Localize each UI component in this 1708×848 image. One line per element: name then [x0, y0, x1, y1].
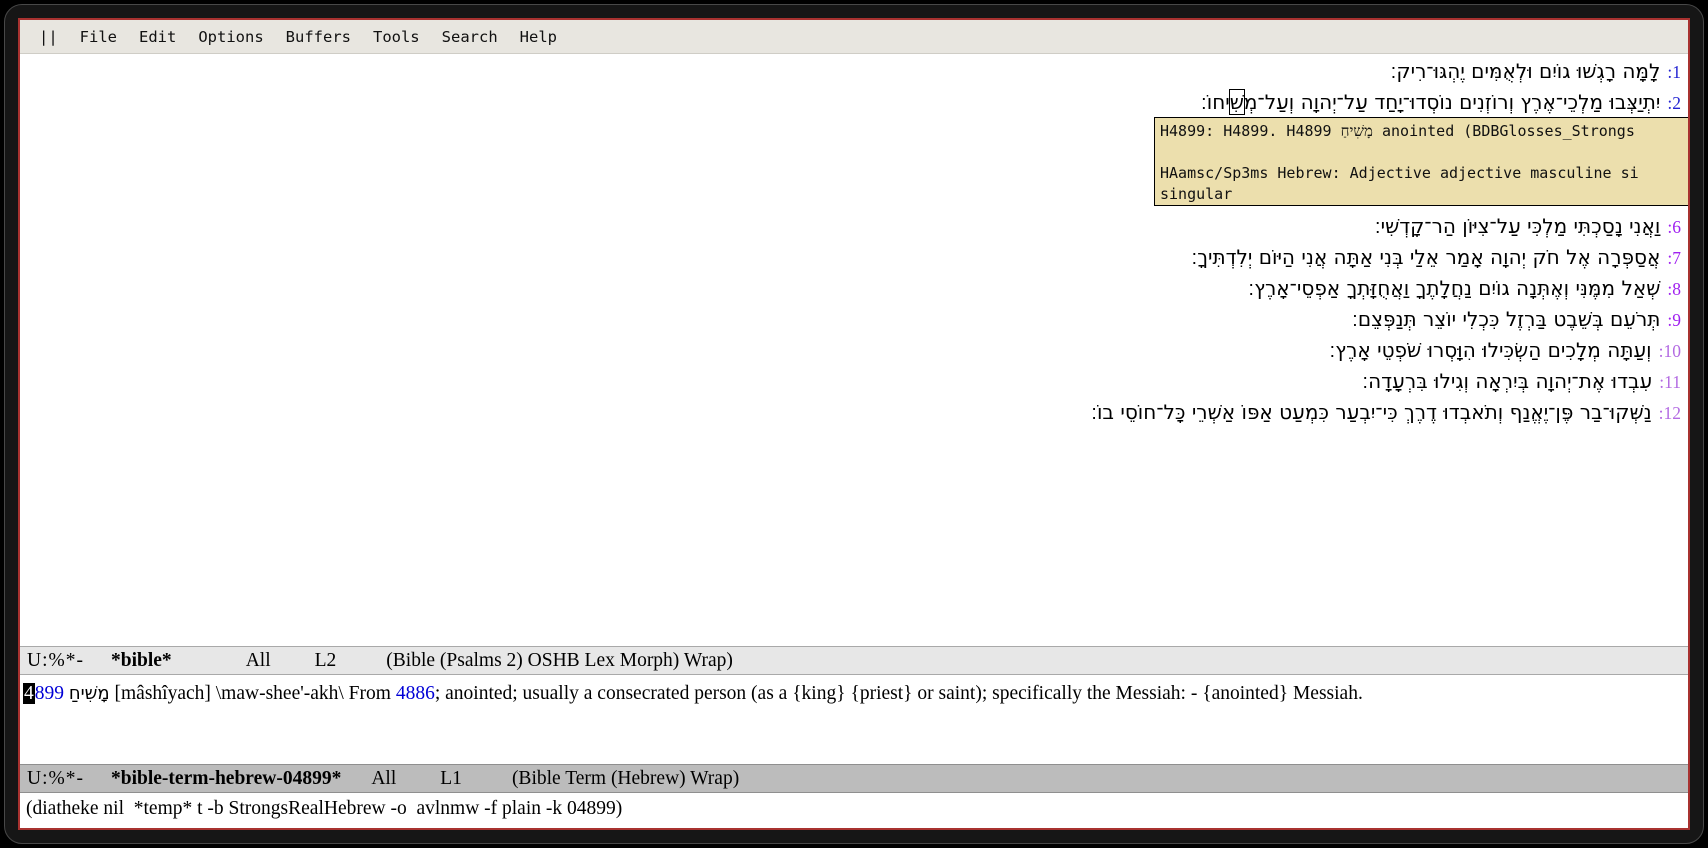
menu-item-edit[interactable]: Edit: [128, 28, 187, 46]
menu-bar: ||FileEditOptionsBuffersToolsSearchHelp: [20, 20, 1688, 54]
verse-number-link[interactable]: :12: [1659, 403, 1681, 424]
verse-number-link[interactable]: :2: [1667, 93, 1681, 114]
verse-number-link[interactable]: :11: [1659, 372, 1681, 393]
hebrew-lemma: מָשִׁיחַ: [69, 683, 110, 704]
verse-hebrew-text: יִתְיַצְּבוּ מַלְכֵי־אֶרֶץ וְרוֹזְנִים נ…: [1201, 90, 1661, 114]
modeline-flags: U:%*-: [27, 768, 84, 790]
tooltip-line: HAamsc/Sp3ms Hebrew: Adjective adjective…: [1160, 163, 1684, 184]
modeline-position: All: [371, 768, 396, 790]
bible-buffer-window[interactable]: H4899: H4899. H4899 מָשִׁיחַ anointed (B…: [20, 54, 1688, 646]
modeline-line-number: L2: [315, 650, 337, 672]
verse-hebrew-text: נַשְּׁקוּ־בַר פֶּן־יֶאֱנַף וְתֹאבְדוּ דֶ…: [1091, 400, 1652, 424]
menu-item-options[interactable]: Options: [187, 28, 274, 46]
modeline-buffer-name[interactable]: *bible-term-hebrew-04899*: [111, 768, 341, 790]
verse-number-link[interactable]: :10: [1659, 341, 1681, 362]
emacs-window-frame: ||FileEditOptionsBuffersToolsSearchHelp …: [4, 4, 1704, 844]
modeline-buffer-name[interactable]: *bible*: [111, 650, 172, 672]
strongs-tooltip: H4899: H4899. H4899 מָשִׁיחַ anointed (B…: [1154, 117, 1688, 206]
strongs-crossref-link[interactable]: 4886: [396, 683, 435, 704]
verse-line-11: עִבְדוּ אֶת־יְהוָה בְּיִרְאָה וְגִילוּ ב…: [1362, 369, 1681, 393]
menu-item-tools[interactable]: Tools: [362, 28, 431, 46]
tooltip-line: singular: [1160, 184, 1684, 205]
strongs-number-link[interactable]: 899: [35, 683, 64, 704]
modeline-modes[interactable]: (Bible (Psalms 2) OSHB Lex Morph) Wrap): [386, 650, 733, 672]
verse-line-1: לָמָּה רָגְשׁוּ גוֹיִם וּלְאֻמִּים יֶהְג…: [1391, 59, 1681, 83]
verse-number-link[interactable]: :7: [1667, 248, 1681, 269]
verse-line-9: תְּרֹעֵם בְּשֵׁבֶט בַּרְזֶל כִּכְלִי יוֹ…: [1352, 307, 1681, 331]
verse-hebrew-text: וְעַתָּה מְלָכִים הַשְׂכִּילוּ הִוָּסְרו…: [1329, 338, 1651, 362]
verse-text-before-cursor: יִתְיַצְּבוּ מַלְכֵי־אֶרֶץ וְרוֹזְנִים נ…: [1244, 90, 1660, 114]
modeline-flags: U:%*-: [27, 650, 84, 672]
verse-hebrew-text: אֲסַפְּרָה אֶל חֹק יְהוָה אָמַר אֵלַי בְ…: [1191, 245, 1660, 269]
modeline-bible: U:%*- *bible* All L2 (Bible (Psalms 2) O…: [20, 646, 1688, 675]
menu-item-search[interactable]: Search: [431, 28, 509, 46]
menu-item-file[interactable]: File: [69, 28, 128, 46]
text-cursor-block: 4: [23, 683, 35, 704]
tooltip-line: [1160, 142, 1684, 163]
verse-number-link[interactable]: :9: [1667, 310, 1681, 331]
verse-line-10: וְעַתָּה מְלָכִים הַשְׂכִּילוּ הִוָּסְרו…: [1329, 338, 1681, 362]
menu-item-help[interactable]: Help: [509, 28, 568, 46]
menu-item-buffers[interactable]: Buffers: [275, 28, 362, 46]
verse-line-12: נַשְּׁקוּ־בַר פֶּן־יֶאֱנַף וְתֹאבְדוּ דֶ…: [1091, 400, 1681, 424]
menu-separator: ||: [28, 28, 69, 46]
echo-area[interactable]: (diatheke nil *temp* t -b StrongsRealHeb…: [20, 793, 1688, 828]
verse-number-link[interactable]: :8: [1667, 279, 1681, 300]
verse-number-link[interactable]: :1: [1667, 62, 1681, 83]
verse-line-8: שְׁאַל מִמֶּנִּי וְאֶתְּנָה גוֹיִם נַחֲל…: [1248, 276, 1681, 300]
verse-text-after-cursor: יחוֹ׃: [1201, 90, 1230, 114]
modeline-term: U:%*- *bible-term-hebrew-04899* All L1 (…: [20, 764, 1688, 793]
verse-hebrew-text: שְׁאַל מִמֶּנִּי וְאֶתְּנָה גוֹיִם נַחֲל…: [1248, 276, 1660, 300]
definition-text-post: ; anointed; usually a consecrated person…: [435, 683, 1363, 704]
tooltip-line: H4899: H4899. H4899 מָשִׁיחַ anointed (B…: [1160, 121, 1684, 142]
verse-hebrew-text: עִבְדוּ אֶת־יְהוָה בְּיִרְאָה וְגִילוּ ב…: [1362, 369, 1652, 393]
hollow-cursor-char[interactable]: שִׁ: [1230, 90, 1244, 114]
modeline-modes[interactable]: (Bible Term (Hebrew) Wrap): [512, 768, 739, 790]
emacs-frame-content: ||FileEditOptionsBuffersToolsSearchHelp …: [18, 18, 1690, 830]
verse-hebrew-text: תְּרֹעֵם בְּשֵׁבֶט בַּרְזֶל כִּכְלִי יוֹ…: [1352, 307, 1660, 331]
definition-text-pre: [mâshîyach] \maw-shee'-akh\ From: [110, 683, 396, 704]
verse-number-link[interactable]: :6: [1667, 217, 1681, 238]
term-buffer-window[interactable]: 4899 מָשִׁיחַ [mâshîyach] \maw-shee'-akh…: [20, 675, 1688, 764]
modeline-line-number: L1: [440, 768, 462, 790]
verse-line-6: וַאֲנִי נָסַכְתִּי מַלְכִּי עַל־צִיּוֹן …: [1375, 214, 1681, 238]
verse-line-2: יִתְיַצְּבוּ מַלְכֵי־אֶרֶץ וְרוֹזְנִים נ…: [1201, 90, 1681, 114]
verse-line-7: אֲסַפְּרָה אֶל חֹק יְהוָה אָמַר אֵלַי בְ…: [1191, 245, 1681, 269]
verse-hebrew-text: וַאֲנִי נָסַכְתִּי מַלְכִּי עַל־צִיּוֹן …: [1375, 214, 1661, 238]
modeline-position: All: [246, 650, 271, 672]
verse-hebrew-text: לָמָּה רָגְשׁוּ גוֹיִם וּלְאֻמִּים יֶהְג…: [1391, 59, 1661, 83]
